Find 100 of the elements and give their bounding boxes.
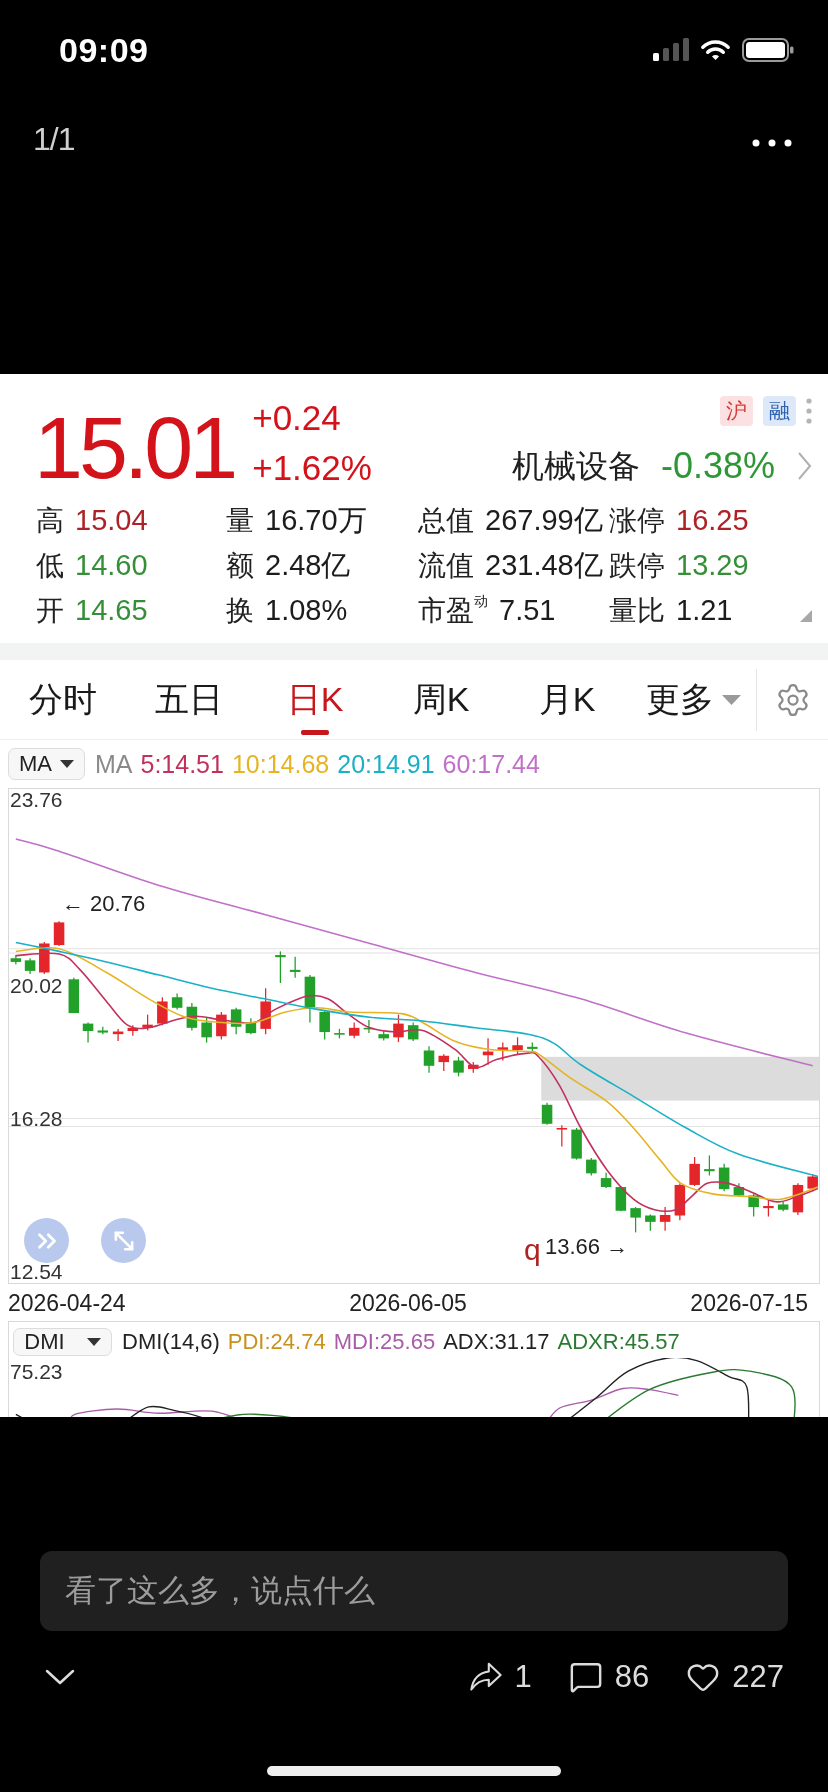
candlestick xyxy=(378,1029,389,1042)
candlestick xyxy=(571,1127,582,1161)
stat-label: 量 xyxy=(226,503,254,538)
price-change: +0.24 xyxy=(252,397,341,439)
candlestick xyxy=(438,1053,450,1072)
candlestick xyxy=(600,1172,612,1189)
candlestick xyxy=(275,950,286,984)
candlestick xyxy=(733,1182,745,1198)
candlestick xyxy=(556,1124,568,1148)
stat-value: 14.65 xyxy=(75,593,148,627)
stat-label: 跌停 xyxy=(609,548,665,583)
stat-label: 量比 xyxy=(609,593,665,628)
period-tab[interactable]: 五日 xyxy=(126,660,252,739)
candlestick xyxy=(586,1157,597,1177)
skip-forward-button[interactable] xyxy=(24,1218,69,1263)
indicator-dropdown[interactable]: DMI xyxy=(13,1328,112,1356)
more-icon[interactable] xyxy=(752,139,792,147)
candlestick xyxy=(186,1002,198,1032)
comment-button[interactable]: 86 xyxy=(568,1660,650,1694)
low-price-marker: 13.66 → xyxy=(545,1236,629,1258)
signal-icon xyxy=(653,38,689,61)
stat-label: 涨停 xyxy=(609,503,665,538)
stat-value: 15.04 xyxy=(75,503,148,537)
market-tag: 沪 xyxy=(720,396,753,426)
sector-name: 机械设备 xyxy=(511,447,640,486)
candlestick xyxy=(497,1041,509,1062)
candlestick xyxy=(482,1037,494,1066)
candlestick xyxy=(53,920,65,947)
page-counter: 1/1 xyxy=(33,123,75,155)
indicator-value: MDI:25.65 xyxy=(333,1329,436,1355)
indicator-value: 10:14.68 xyxy=(231,749,330,779)
battery-icon xyxy=(742,37,794,62)
candlestick xyxy=(142,1014,153,1032)
indicator-name: DMI(14,6) xyxy=(122,1329,220,1355)
candlestick xyxy=(704,1154,715,1177)
indicator-name: MA xyxy=(95,749,133,779)
candlestick xyxy=(792,1182,804,1216)
indicator-value: ADXR:45.57 xyxy=(557,1329,680,1355)
stat-value: 231.48亿 xyxy=(485,547,603,583)
stat-label: 流值 xyxy=(418,548,474,583)
candlestick xyxy=(807,1173,818,1192)
candlestick xyxy=(112,1028,124,1042)
candlestick xyxy=(127,1024,139,1037)
candlestick xyxy=(763,1198,774,1218)
candlestick xyxy=(453,1056,464,1077)
period-tab[interactable]: 月K xyxy=(504,660,630,739)
chevron-down-icon[interactable] xyxy=(45,1669,75,1685)
stat-value: 13.29 xyxy=(676,548,749,582)
candlestick xyxy=(674,1182,686,1221)
candlestick xyxy=(82,1021,94,1044)
stat-value: 267.99亿 xyxy=(485,502,603,538)
stat-label: 额 xyxy=(226,548,254,583)
caret-icon xyxy=(86,1338,101,1346)
sector-change: -0.38% xyxy=(660,444,775,488)
candlestick xyxy=(630,1206,641,1234)
candlestick xyxy=(777,1201,789,1212)
candlestick xyxy=(689,1156,700,1187)
stock-price: 15.01 xyxy=(34,404,235,492)
period-tab[interactable]: 周K xyxy=(378,660,504,739)
percent-change: +1.62% xyxy=(252,447,372,489)
axis-label: 75.23 xyxy=(10,1361,63,1382)
share-icon xyxy=(468,1661,503,1693)
period-tab[interactable]: 分时 xyxy=(0,660,126,739)
candlestick xyxy=(245,1017,257,1035)
candlestick xyxy=(157,996,168,1026)
chevron-right-icon[interactable] xyxy=(797,451,812,481)
market-tag: 融 xyxy=(763,396,796,426)
candlestick xyxy=(171,992,183,1010)
candlestick xyxy=(468,1061,479,1074)
share-button[interactable]: 1 xyxy=(468,1661,532,1693)
indicator-value: 5:14.51 xyxy=(140,749,224,779)
period-tab[interactable]: 日K xyxy=(252,660,378,739)
candlestick xyxy=(289,956,301,979)
indicator-dropdown[interactable]: MA xyxy=(8,748,85,780)
stat-value: 16.25 xyxy=(676,503,749,537)
axis-label: 23.76 xyxy=(10,789,63,810)
caret-icon xyxy=(721,694,741,705)
indicator-value: PDI:24.74 xyxy=(227,1329,326,1355)
stat-value: 16.70万 xyxy=(265,502,367,538)
candlestick xyxy=(748,1193,759,1218)
axis-label: 20.02 xyxy=(10,975,63,996)
candlestick xyxy=(10,954,22,966)
candlestick xyxy=(319,1010,330,1041)
signal-mark: q xyxy=(524,1235,541,1265)
candlestick xyxy=(334,1028,345,1039)
stat-label: 市盈$^{动}$ xyxy=(418,591,488,628)
corner-triangle-icon[interactable] xyxy=(800,610,812,622)
candlestick xyxy=(541,1102,553,1126)
stat-value: 1.08% xyxy=(265,593,348,627)
expand-button[interactable] xyxy=(101,1218,146,1263)
date-label: 2026-06-05 xyxy=(349,1289,467,1316)
candlestick xyxy=(260,987,271,1035)
candlestick xyxy=(393,1014,404,1043)
wifi-icon xyxy=(700,38,731,61)
candlestick xyxy=(68,977,80,1014)
comment-field[interactable]: 看了这么多，说点什么 xyxy=(40,1551,788,1631)
period-tab[interactable]: 更多 xyxy=(630,660,756,739)
stat-value: 2.48亿 xyxy=(265,547,351,583)
comment-icon xyxy=(568,1660,603,1694)
like-button[interactable]: 227 xyxy=(686,1660,784,1694)
